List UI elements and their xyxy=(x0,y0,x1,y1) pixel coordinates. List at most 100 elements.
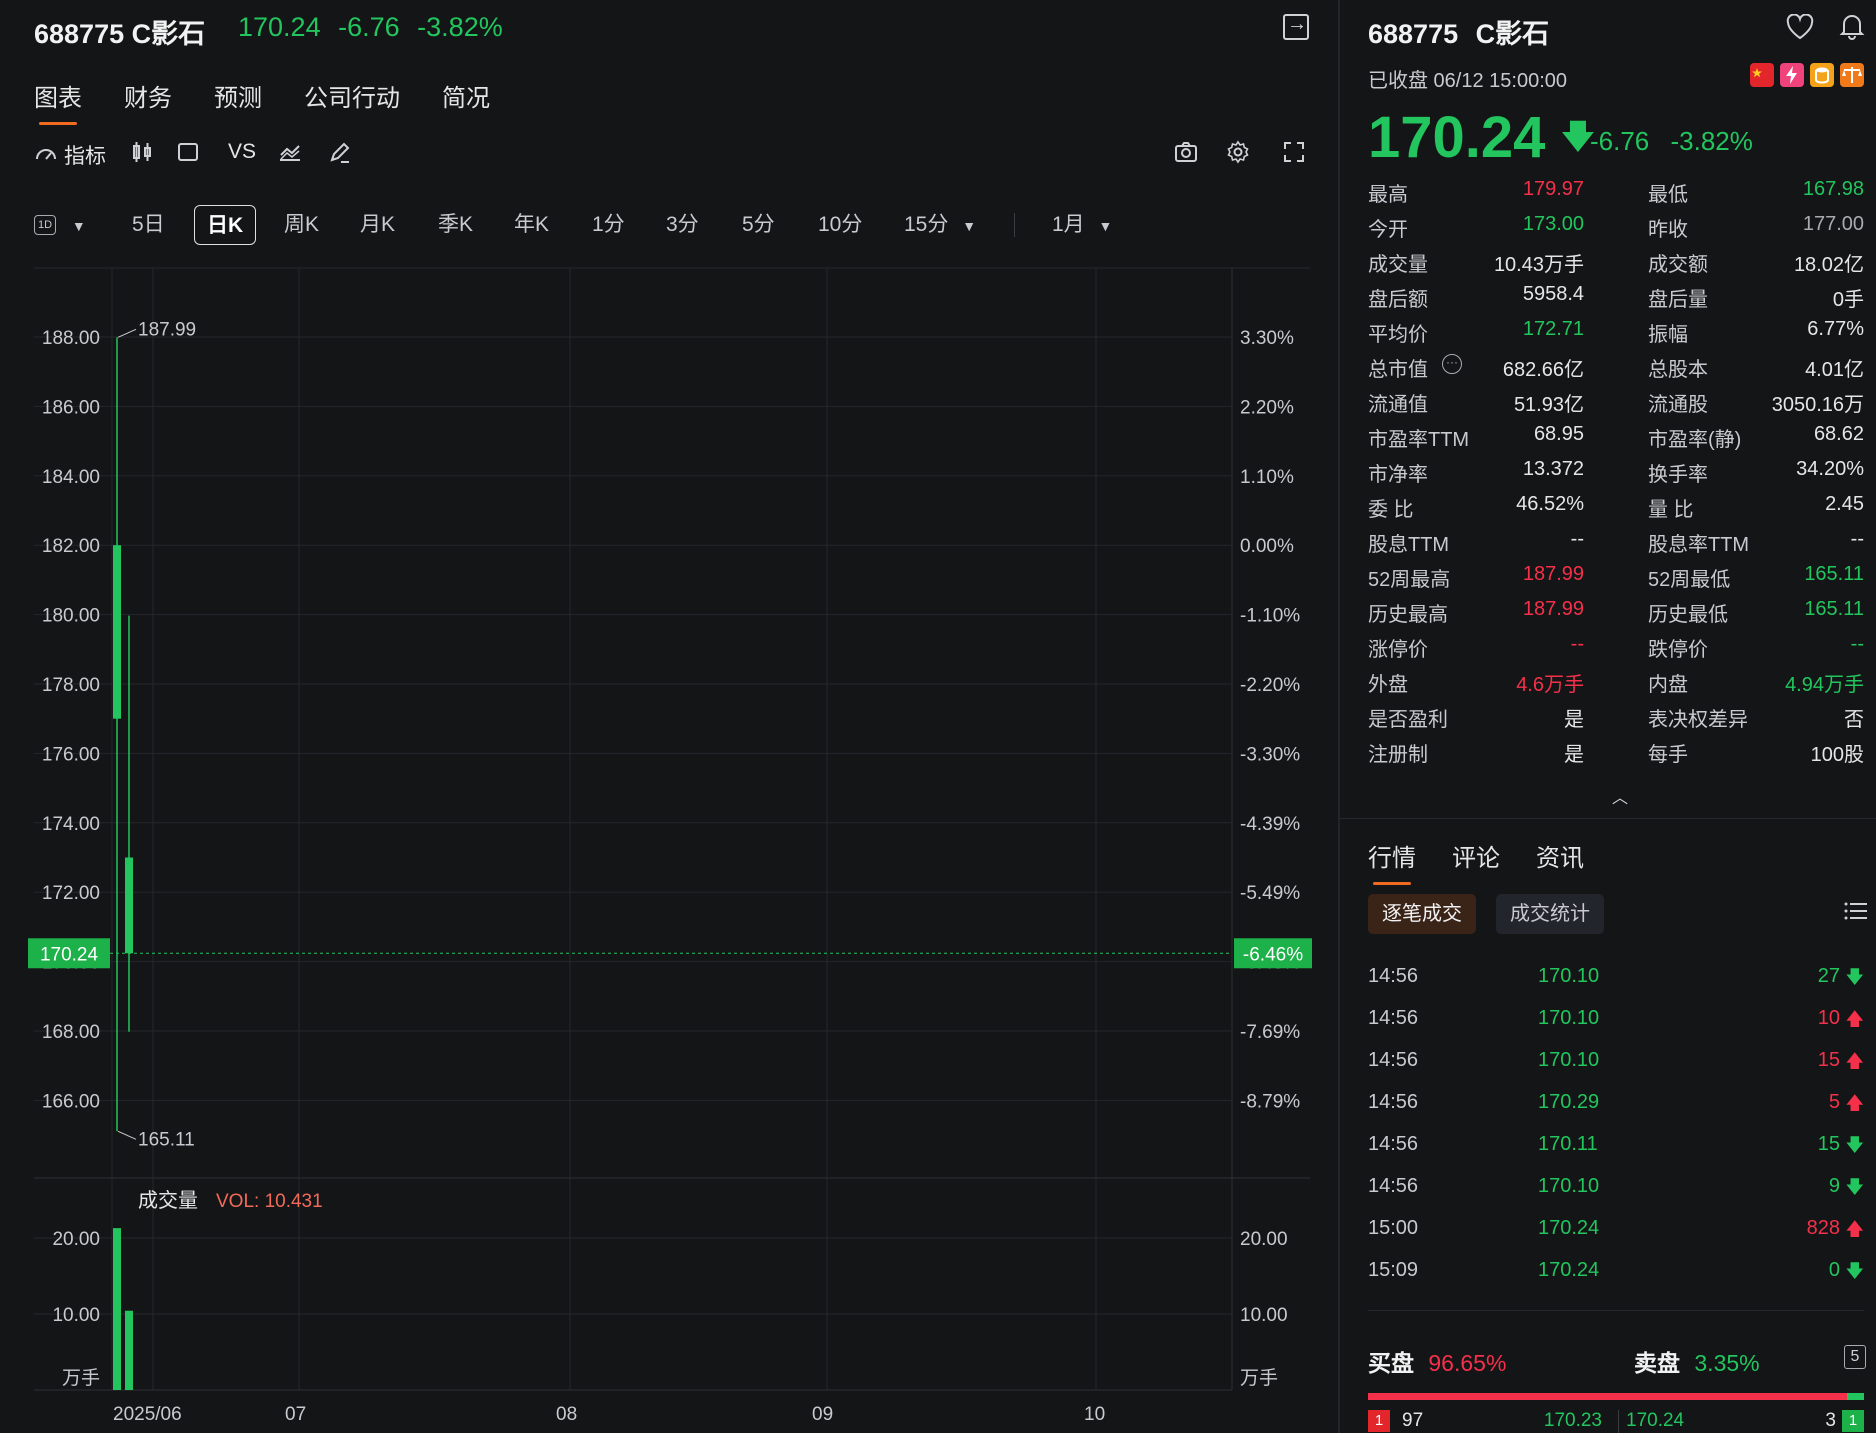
stat-value: 10.43万手 xyxy=(1493,254,1584,276)
bid-price: 170.23 xyxy=(1543,1410,1602,1431)
trade-price: 170.11 xyxy=(1538,1133,1598,1155)
price-tick-label: 182.00 xyxy=(42,536,100,557)
info-icon[interactable]: ··· xyxy=(1442,354,1462,374)
stat-label: 是否盈利 xyxy=(1368,709,1448,731)
trade-price: 170.24 xyxy=(1538,1217,1600,1239)
quote-price-value: 170.24 xyxy=(1368,105,1546,170)
stat-row: 总市值 682.66亿 总股本 4.01亿 ··· xyxy=(1368,353,1864,388)
stat-value: 4.94万手 xyxy=(1785,674,1864,696)
stat-value: 173.00 xyxy=(1522,213,1584,235)
pct-tick-label: 1.10% xyxy=(1240,467,1294,488)
stat-row: 委 比 46.52% 量 比 2.45 xyxy=(1368,493,1864,528)
list-icon[interactable] xyxy=(1844,900,1868,927)
stat-value: 187.99 xyxy=(1522,563,1584,585)
quote-change-value: -6.76 xyxy=(1590,126,1650,156)
price-tick-label: 180.00 xyxy=(42,606,100,627)
price-tick-label: 176.00 xyxy=(42,744,100,765)
tab-news[interactable]: 资讯 xyxy=(1536,838,1584,873)
bid-level-badge: 1 xyxy=(1368,1410,1390,1432)
trade-qty: 10 xyxy=(1817,1007,1840,1029)
stat-label: 历史最高 xyxy=(1368,604,1448,626)
stat-label: 内盘 xyxy=(1648,674,1688,696)
subtab-tick-trades[interactable]: 逐笔成交 xyxy=(1368,894,1476,934)
x-axis-label: 2025/06 xyxy=(113,1404,182,1425)
depth-selector[interactable]: 5 xyxy=(1844,1345,1866,1369)
price-tick-label: 188.00 xyxy=(42,328,100,349)
tab-comments[interactable]: 评论 xyxy=(1452,838,1500,873)
sell-pct: 3.35% xyxy=(1694,1350,1760,1376)
collapse-stats-icon[interactable]: ︿ xyxy=(1612,784,1628,808)
stat-value: 100股 xyxy=(1810,744,1864,766)
stat-label: 盘后额 xyxy=(1368,289,1428,311)
stat-row: 最高 179.97 最低 167.98 xyxy=(1368,178,1864,213)
database-badge-icon xyxy=(1810,63,1834,87)
trade-time: 14:56 xyxy=(1368,1049,1419,1071)
stat-row: 市净率 13.372 换手率 34.20% xyxy=(1368,458,1864,493)
subtab-trade-stats[interactable]: 成交统计 xyxy=(1496,894,1604,934)
trade-qty: 15 xyxy=(1817,1049,1840,1071)
tab-market[interactable]: 行情 xyxy=(1368,838,1416,885)
volume-unit-label: 万手 xyxy=(62,1367,100,1389)
sell-ratio-fill xyxy=(1847,1393,1864,1400)
stat-value: 13.372 xyxy=(1522,458,1584,480)
stat-label: 52周最高 xyxy=(1368,569,1451,591)
stat-value: 165.11 xyxy=(1804,563,1864,585)
trade-qty: 0 xyxy=(1828,1259,1840,1281)
arrow-down-icon: 🡇 xyxy=(1845,1135,1864,1155)
stat-label: 今开 xyxy=(1368,219,1408,241)
stat-value: 167.98 xyxy=(1802,178,1864,200)
stat-row: 外盘 4.6万手 内盘 4.94万手 xyxy=(1368,668,1864,703)
x-axis-label: 08 xyxy=(556,1404,577,1425)
trade-row: 15:09 170.24 0 🡇 xyxy=(1368,1259,1864,1299)
order-book-row: 1 97 170.23 170.24 3 1 xyxy=(1368,1410,1864,1433)
price-tick-label: 168.00 xyxy=(42,1022,100,1043)
trade-price: 170.10 xyxy=(1538,1175,1600,1197)
stat-row: 是否盈利 是 表决权差异 否 xyxy=(1368,703,1864,738)
volume-bar xyxy=(125,1310,133,1390)
low-annotation: 165.11 xyxy=(138,1129,195,1150)
stat-row: 注册制 是 每手 100股 xyxy=(1368,738,1864,773)
stat-label: 股息TTM xyxy=(1368,534,1450,556)
stat-label: 盘后量 xyxy=(1648,289,1708,311)
bell-icon[interactable] xyxy=(1838,12,1866,45)
current-price-label: 170.24 xyxy=(40,944,99,965)
stat-value: 172.71 xyxy=(1522,318,1584,340)
stat-row: 历史最高 187.99 历史最低 165.11 xyxy=(1368,598,1864,633)
ask-qty: 3 xyxy=(1825,1410,1836,1431)
sell-summary: 卖盘 3.35% xyxy=(1634,1344,1760,1378)
market-status: 已收盘 06/12 15:00:00 xyxy=(1368,70,1568,92)
trade-time: 14:56 xyxy=(1368,1175,1419,1197)
trade-row: 14:56 170.10 9 🡇 xyxy=(1368,1175,1864,1215)
price-tick-label: 184.00 xyxy=(42,467,100,488)
stat-label: 市净率 xyxy=(1368,464,1428,486)
stat-label: 振幅 xyxy=(1648,324,1688,346)
volume-tick-label: 20.00 xyxy=(52,1229,100,1250)
stat-value: 34.20% xyxy=(1796,458,1864,480)
trade-time: 14:56 xyxy=(1368,1091,1419,1113)
volume-title: 成交量 xyxy=(138,1189,198,1212)
stat-label: 52周最低 xyxy=(1648,569,1731,591)
trade-row: 14:56 170.10 15 🡅 xyxy=(1368,1049,1864,1089)
pct-tick-label: -4.39% xyxy=(1240,814,1300,835)
pct-tick-label: -5.49% xyxy=(1240,883,1300,904)
stat-value: 177.00 xyxy=(1802,213,1864,235)
stat-label: 流通值 xyxy=(1368,394,1428,416)
buy-summary: 买盘 96.65% xyxy=(1368,1344,1506,1378)
favorite-icon[interactable] xyxy=(1786,13,1814,45)
volume-tick-label: 10.00 xyxy=(52,1305,100,1326)
pct-tick-label: -7.69% xyxy=(1240,1022,1300,1043)
stat-label: 股息率TTM xyxy=(1648,534,1750,556)
stat-label: 成交量 xyxy=(1368,254,1428,276)
current-pct-label: -6.46% xyxy=(1243,944,1303,965)
stat-label: 最低 xyxy=(1648,184,1688,206)
stat-value: 179.97 xyxy=(1522,178,1584,200)
stat-value: 是 xyxy=(1564,744,1584,766)
trade-qty: 9 xyxy=(1828,1175,1840,1197)
trade-row: 14:56 170.10 27 🡇 xyxy=(1368,965,1864,1005)
stat-label: 跌停价 xyxy=(1648,639,1708,661)
trade-time: 14:56 xyxy=(1368,1007,1419,1029)
kline-chart[interactable]: 188.00 3.30% 186.00 2.20% 184.00 1.10% 182.00 0… xyxy=(0,0,1338,1433)
volume-value-label: VOL: 10.431 xyxy=(216,1191,323,1212)
stat-value: -- xyxy=(1850,528,1864,550)
trade-price: 170.29 xyxy=(1538,1091,1600,1113)
